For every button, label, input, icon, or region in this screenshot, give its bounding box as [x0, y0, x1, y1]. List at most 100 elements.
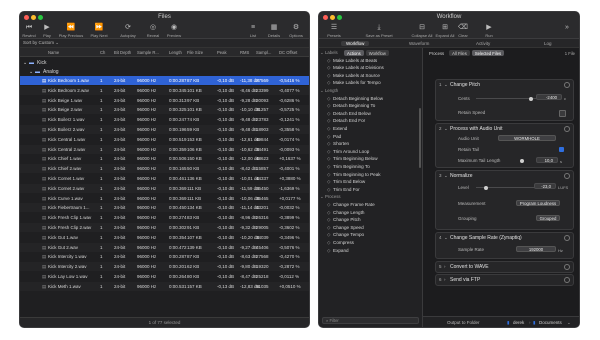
- grouping-dropdown[interactable]: Grouped: [536, 215, 560, 221]
- folder-analog[interactable]: ⌄ ▬ Analog: [20, 67, 309, 76]
- file-row[interactable]: ▤ Kick Boilerz 1.wav 1 24-bit 96000 Hz 0:00.2…: [20, 115, 309, 124]
- action-item[interactable]: ◇ Trim Beginning Below: [327, 156, 378, 162]
- action-item[interactable]: ◇ Detach Beginning To: [327, 103, 375, 109]
- retain-tail-checkbox[interactable]: [559, 147, 564, 152]
- disclosure-open-icon[interactable]: ⌄: [23, 60, 27, 66]
- play-previous-button[interactable]: ⏪ Play Previous: [56, 24, 86, 38]
- file-row[interactable]: ▤ Kick Intercity 1.wav 1 24-bit 96000 Hz 0:00…: [20, 252, 309, 261]
- file-row[interactable]: ▤ Kick Central 1.wav 1 24-bit 96000 Hz 0:00.5…: [20, 135, 309, 144]
- action-item[interactable]: ◇ Trim Beginning to Peak: [327, 172, 381, 178]
- chevron-down-icon[interactable]: ⌄: [444, 173, 448, 179]
- column-header[interactable]: Ch: [100, 50, 105, 55]
- file-row[interactable]: ▤ Kick Central 2.wav 1 24-bit 96000 Hz 0:00.3…: [20, 144, 309, 154]
- output-folder[interactable]: Documents: [539, 320, 562, 325]
- audio-unit-dropdown[interactable]: WORMHOLE: [498, 135, 556, 141]
- action-item[interactable]: ◇ Make Labels at Divisions: [327, 65, 384, 71]
- action-item[interactable]: ◇ Make Labels at Source: [327, 73, 380, 79]
- tab-selected-files[interactable]: Selected Files: [471, 50, 505, 56]
- tab-process[interactable]: Process: [426, 50, 447, 56]
- retain-speed-checkbox[interactable]: [559, 110, 566, 117]
- file-row[interactable]: ▤ Kick Gut 1.wav 1 24-bit 96000 Hz 0:00.354 10…: [20, 233, 309, 242]
- column-header[interactable]: Length: [169, 50, 182, 55]
- action-group-header[interactable]: Length: [325, 88, 338, 93]
- file-row[interactable]: ▤ Kick Fresh Clip 2.wav 1 24-bit 96000 Hz 0:0…: [20, 223, 309, 232]
- chevron-right-icon[interactable]: ›: [444, 277, 446, 282]
- action-item[interactable]: ◇ Make Labels for Tempo: [327, 80, 381, 86]
- file-row[interactable]: ▤ Kick Boilerz 2.wav 1 24-bit 96000 Hz 0:00.1…: [20, 125, 309, 134]
- action-item[interactable]: ◇ Make Labels at Beats: [327, 58, 377, 64]
- folder-kick[interactable]: ⌄ ▬ Kick: [20, 58, 309, 67]
- options-button[interactable]: ⚙ Options: [281, 24, 309, 38]
- column-header[interactable]: File Size: [187, 50, 203, 55]
- actions-scrollbar[interactable]: [419, 108, 421, 168]
- remove-step-icon[interactable]: [564, 81, 570, 88]
- chevron-down-icon[interactable]: ⌄: [320, 50, 324, 56]
- action-item[interactable]: ◇ Trim End For: [327, 187, 360, 193]
- file-row[interactable]: ▤ Kick Beige 1.wav 1 24-bit 96000 Hz 0:00.313…: [20, 96, 309, 105]
- action-item[interactable]: ◇ Trim Beginning To: [327, 164, 370, 170]
- chevron-down-icon[interactable]: ⌄: [320, 88, 324, 94]
- file-row[interactable]: ▤ Kick Curve 1.wav 1 24-bit 96000 Hz 0:00.369…: [20, 194, 309, 203]
- chevron-down-icon[interactable]: ⌄: [567, 320, 571, 326]
- measurement-dropdown[interactable]: Program Loudness: [516, 200, 560, 206]
- filter-field[interactable]: ⌕ Filter: [322, 317, 419, 324]
- subtab-workflow[interactable]: Workflow: [365, 50, 389, 56]
- remove-step-icon[interactable]: [564, 172, 570, 179]
- remove-step-icon[interactable]: [564, 234, 570, 241]
- action-item[interactable]: ◇ Expand: [327, 248, 349, 254]
- chevron-down-icon[interactable]: ⌄: [444, 126, 448, 132]
- tab-log[interactable]: Log: [544, 41, 552, 46]
- subtab-actions[interactable]: Actions: [344, 50, 364, 56]
- action-item[interactable]: ◇ Change Pitch: [327, 217, 361, 223]
- file-row[interactable]: ▤ Kick Fresh Clip 1.wav 1 24-bit 96000 Hz 0:0…: [20, 213, 309, 222]
- column-header[interactable]: Bit Depth: [114, 50, 131, 55]
- sort-label[interactable]: Sort by Custom ⌄: [23, 40, 59, 46]
- file-row[interactable]: ▤ Kick Intercity 2.wav 1 24-bit 96000 Hz 0:00…: [20, 262, 309, 272]
- file-row[interactable]: ▤ Kick Lay Low 1.wav 1 24-bit 96000 Hz 0:00.2…: [20, 272, 309, 281]
- tab-waveform[interactable]: Waveform: [409, 41, 429, 46]
- output-user[interactable]: derek: [513, 320, 524, 325]
- file-row[interactable]: ▤ Kick Cornet 1.wav 1 24-bit 96000 Hz 0:00.46…: [20, 174, 309, 183]
- preview-button[interactable]: ◉ Preview: [159, 24, 189, 38]
- remove-step-icon[interactable]: [564, 263, 570, 270]
- file-row[interactable]: ▤ Kick Bedroom 2.wav 1 24-bit 96000 Hz 0:00.3…: [20, 85, 309, 95]
- column-header[interactable]: Name: [48, 50, 59, 55]
- file-row[interactable]: ▤ Kick Meth 1.wav 1 24-bit 96000 Hz 0:00.531 1…: [20, 281, 309, 291]
- file-row[interactable]: ▤ Kick Bedroom 1.wav 1 24-bit 96000 Hz 0:00.2…: [20, 76, 309, 85]
- action-item[interactable]: ◇ Trim Around Loop: [327, 149, 369, 155]
- action-group-header[interactable]: Labels: [325, 50, 338, 55]
- tab-activity[interactable]: Activity: [476, 41, 490, 46]
- sort-bar[interactable]: Sort by Custom ⌄: [20, 39, 309, 48]
- file-row[interactable]: ▤ Kick Chief 2.wav 1 24-bit 96000 Hz 0:00.165…: [20, 164, 309, 174]
- action-item[interactable]: ◇ Detach End For: [327, 118, 365, 124]
- action-item[interactable]: ◇ Detach Beginning Below: [327, 96, 383, 102]
- column-header[interactable]: RMS: [240, 50, 249, 55]
- action-item[interactable]: ◇ Change Speed: [327, 225, 364, 231]
- action-item[interactable]: ◇ Pad: [327, 134, 341, 140]
- column-header[interactable]: DC Offset: [279, 50, 297, 55]
- file-row[interactable]: ▤ Kick Gut 2.wav 1 24-bit 96000 Hz 0:00.472 13…: [20, 242, 309, 252]
- toolbar-overflow-icon[interactable]: »: [552, 24, 579, 32]
- tab-workflow[interactable]: Workflow: [341, 40, 370, 46]
- max-tail-stepper-knob[interactable]: [520, 158, 524, 163]
- chevron-right-icon[interactable]: ›: [444, 264, 446, 269]
- action-item[interactable]: ◇ Change Length: [327, 210, 364, 216]
- chevron-down-icon[interactable]: ⌄: [320, 194, 324, 200]
- chevron-down-icon[interactable]: ⌄: [444, 82, 448, 88]
- cents-slider-knob[interactable]: [529, 96, 533, 101]
- column-header[interactable]: Sample R...: [137, 50, 159, 55]
- level-field[interactable]: -23,0: [534, 183, 556, 189]
- save-as-preset-button[interactable]: ⤓ Save as Preset: [364, 24, 394, 38]
- presets-button[interactable]: ☰ Presets: [319, 24, 349, 38]
- max-tail-field[interactable]: 10,0: [536, 157, 558, 163]
- action-item[interactable]: ◇ Compress: [327, 240, 354, 246]
- action-item[interactable]: ◇ Trim End Below: [327, 179, 365, 185]
- remove-step-icon[interactable]: [564, 276, 570, 283]
- level-slider-knob[interactable]: [484, 185, 488, 190]
- file-row[interactable]: ▤ Kick Beige 2.wav 1 24-bit 96000 Hz 0:00.325…: [20, 105, 309, 115]
- file-row[interactable]: ▤ Kick Chief 1.wav 1 24-bit 96000 Hz 0:00.506…: [20, 154, 309, 163]
- action-item[interactable]: ◇ Shorten: [327, 141, 349, 147]
- column-header[interactable]: Peak: [217, 50, 227, 55]
- disclosure-open-icon[interactable]: ⌄: [29, 69, 33, 75]
- tab-all-files[interactable]: All Files: [449, 50, 470, 56]
